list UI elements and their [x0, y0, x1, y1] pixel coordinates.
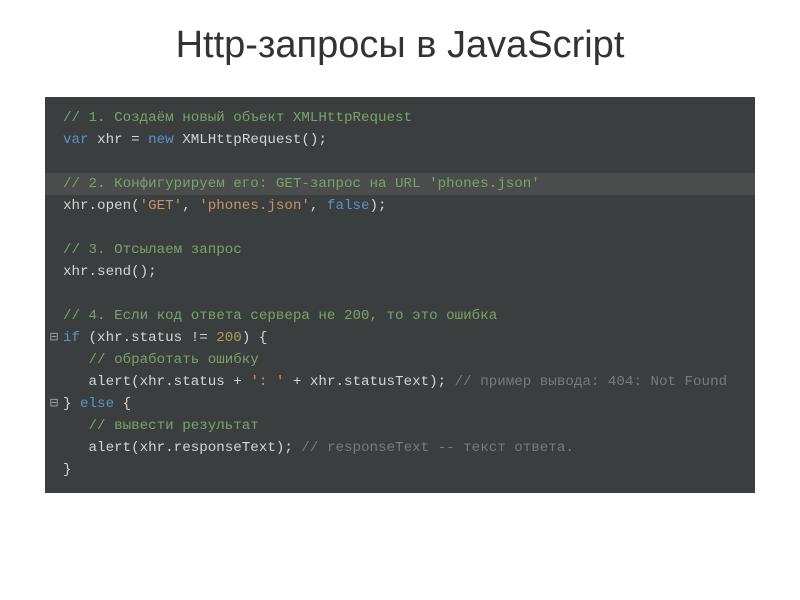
- code-line-blank: [45, 151, 755, 173]
- code-line-1: // 1. Создаём новый объект XMLHttpReques…: [45, 107, 755, 129]
- slide: Http-запросы в JavaScript // 1. Создаём …: [0, 0, 800, 600]
- code-line-7: // 4. Если код ответа сервера не 200, то…: [45, 305, 755, 327]
- code-line-2: var xhr = new XMLHttpRequest();: [45, 129, 755, 151]
- code-line-4: xhr.open('GET', 'phones.json', false);: [45, 195, 755, 217]
- code-line-11: ⊟} else {: [45, 393, 755, 415]
- fold-icon[interactable]: ⊟: [45, 393, 63, 415]
- code-line-13: alert(xhr.responseText); // responseText…: [45, 437, 755, 459]
- comment: // responseText -- текст ответа.: [301, 440, 573, 456]
- fold-icon[interactable]: ⊟: [45, 327, 63, 349]
- code-line-6: xhr.send();: [45, 261, 755, 283]
- code-line-3: // 2. Конфигурируем его: GET-запрос на U…: [45, 173, 755, 195]
- code-line-blank: [45, 283, 755, 305]
- comment: // 3. Отсылаем запрос: [63, 242, 242, 258]
- code-line-12: // вывести результат: [45, 415, 755, 437]
- comment: // 1. Создаём новый объект XMLHttpReques…: [63, 110, 412, 126]
- comment: // 2. Конфигурируем его: GET-запрос на U…: [63, 176, 540, 192]
- comment: // обработать ошибку: [89, 352, 259, 368]
- code-line-14: }: [45, 459, 755, 481]
- code-line-8: ⊟if (xhr.status != 200) {: [45, 327, 755, 349]
- code-line-10: alert(xhr.status + ': ' + xhr.statusText…: [45, 371, 755, 393]
- code-line-blank: [45, 217, 755, 239]
- code-line-5: // 3. Отсылаем запрос: [45, 239, 755, 261]
- comment: // 4. Если код ответа сервера не 200, то…: [63, 308, 497, 324]
- comment: // вывести результат: [89, 418, 259, 434]
- code-line-9: // обработать ошибку: [45, 349, 755, 371]
- comment: // пример вывода: 404: Not Found: [455, 374, 727, 390]
- code-block: // 1. Создаём новый объект XMLHttpReques…: [45, 97, 755, 493]
- slide-title: Http-запросы в JavaScript: [0, 0, 800, 97]
